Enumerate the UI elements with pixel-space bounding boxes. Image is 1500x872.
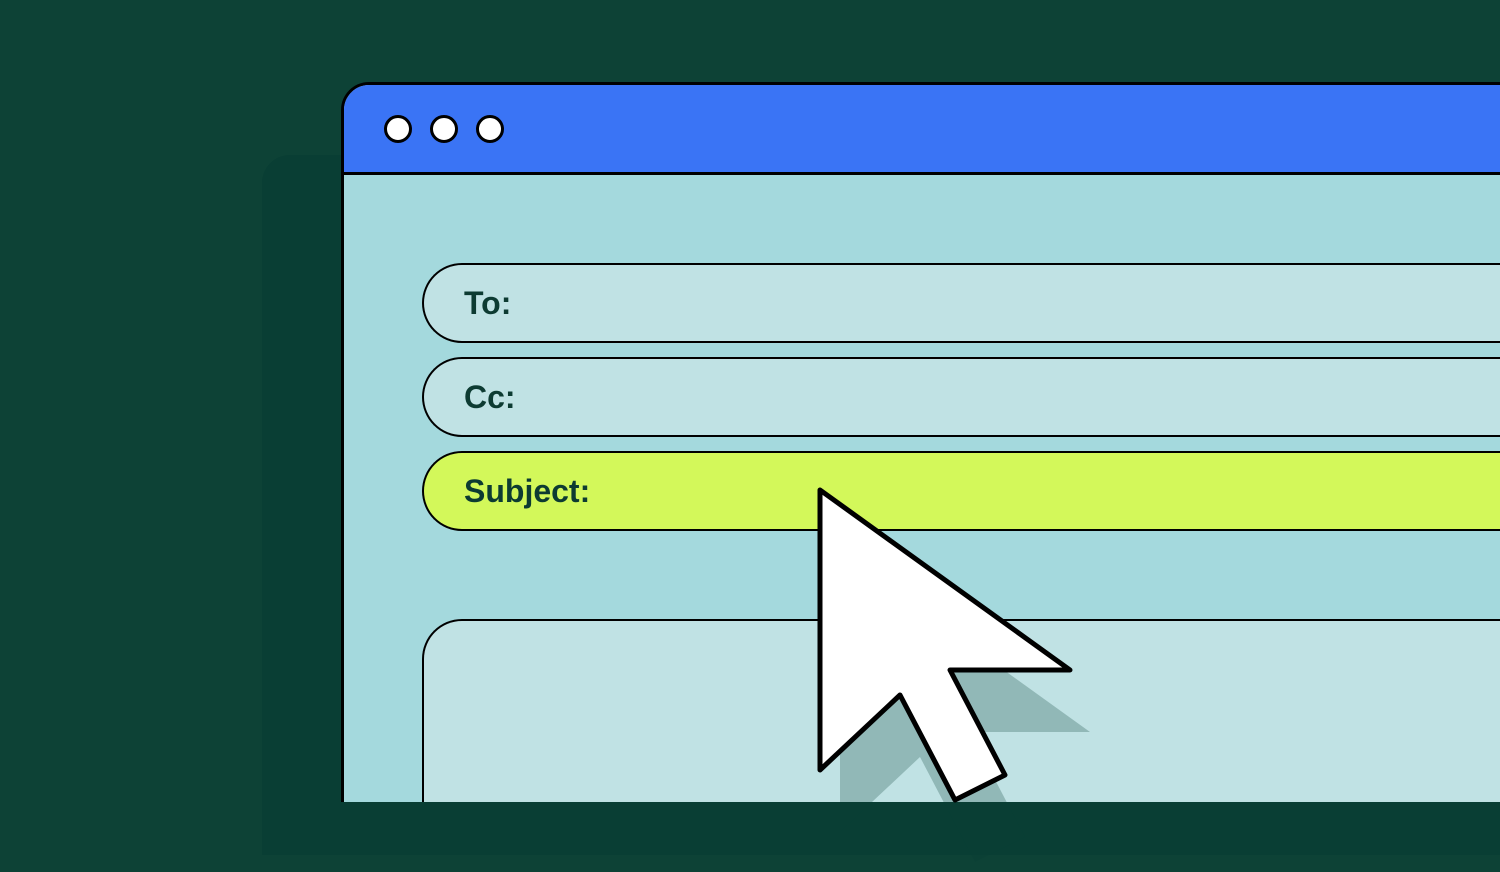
cc-field[interactable]: Cc: (422, 357, 1500, 437)
subject-label: Subject: (464, 473, 590, 510)
compose-window: To: Cc: Subject: (341, 82, 1500, 802)
message-body[interactable] (422, 619, 1500, 802)
subject-field[interactable]: Subject: (422, 451, 1500, 531)
to-field[interactable]: To: (422, 263, 1500, 343)
maximize-icon[interactable] (476, 115, 504, 143)
to-label: To: (464, 285, 511, 322)
close-icon[interactable] (384, 115, 412, 143)
compose-fields: To: Cc: Subject: (344, 175, 1500, 802)
titlebar (344, 85, 1500, 175)
minimize-icon[interactable] (430, 115, 458, 143)
cc-label: Cc: (464, 379, 516, 416)
